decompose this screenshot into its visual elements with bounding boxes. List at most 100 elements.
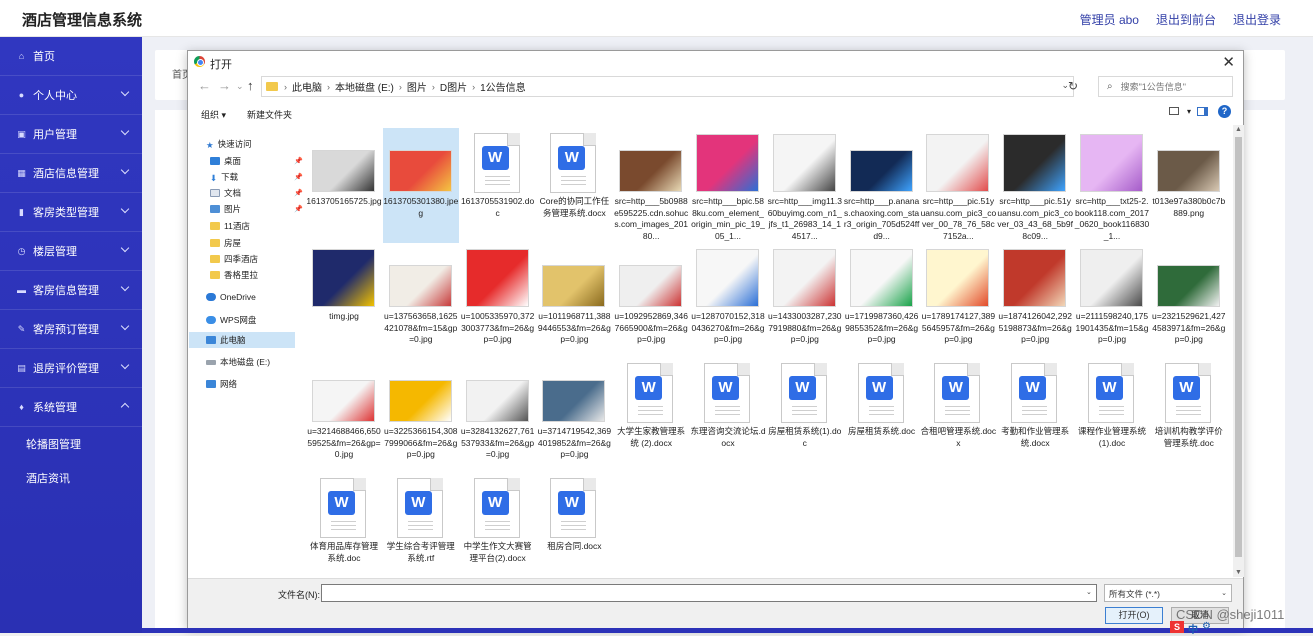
help-icon[interactable]: ? (1218, 105, 1231, 118)
file-item[interactable]: W 大学生家教管理系统 (2).docx (613, 358, 689, 473)
file-item[interactable]: u=3284132627,761537933&fm=26&gp=0.jpg (460, 358, 536, 473)
nav-folder-2[interactable]: 房屋 (210, 237, 241, 249)
logout-link[interactable]: 退出登录 (1233, 11, 1281, 28)
nav-onedrive[interactable]: OneDrive (206, 292, 256, 302)
path-separator-icon[interactable]: › (327, 82, 330, 92)
file-item[interactable]: W 课程作业管理系统 (1).doc (1074, 358, 1150, 473)
back-arrow-icon[interactable]: ← (198, 78, 211, 93)
file-item[interactable]: src=http___p.ananas.chaoxing.com_star3_o… (844, 128, 920, 243)
file-item[interactable]: 1613705165725.jpg (306, 128, 382, 243)
path-separator-icon[interactable]: › (432, 82, 435, 92)
sidebar-item-7[interactable]: ✎ 客房预订管理 (0, 310, 142, 349)
file-item[interactable]: src=http___img11.360buyimg.com_n1_jfs_t1… (767, 128, 843, 243)
file-item[interactable]: W Core的协同工作任务管理系统.docx (536, 128, 612, 243)
sidebar-item-5[interactable]: ◷ 楼层管理 (0, 232, 142, 271)
new-folder-button[interactable]: 新建文件夹 (247, 108, 292, 121)
nav-documents[interactable]: 文档 📌 (210, 187, 303, 199)
sidebar-item-3[interactable]: ▦ 酒店信息管理 (0, 154, 142, 193)
file-item[interactable]: W 学生综合考评管理系统.rtf (383, 473, 459, 577)
open-button[interactable]: 打开(O) (1105, 607, 1163, 624)
sidebar-item-2[interactable]: ▣ 用户管理 (0, 115, 142, 154)
path-segment[interactable]: D图片 (440, 79, 467, 94)
file-item[interactable]: src=http___bpic.588ku.com_element_origin… (690, 128, 766, 243)
view-icon[interactable] (1169, 107, 1179, 115)
path-segment[interactable]: 本地磁盘 (E:) (335, 79, 394, 94)
exit-to-front-link[interactable]: 退出到前台 (1156, 11, 1216, 28)
sidebar-subitem-0[interactable]: 轮播图管理 (0, 427, 142, 461)
ime-toolbar[interactable]: S 中 ⚙ (1170, 621, 1211, 636)
file-item[interactable]: src=http___pic.51yuansu.com_pic3_cover_0… (920, 128, 996, 243)
filetype-select[interactable]: 所有文件 (*.*) ⌄ (1104, 584, 1232, 602)
file-item[interactable]: timg.jpg (306, 243, 382, 358)
nav-folder-1[interactable]: 11酒店 (210, 220, 250, 232)
file-item[interactable]: u=2321529621,4274583971&fm=26&gp=0.jpg (1151, 243, 1227, 358)
filename-dropdown-icon[interactable]: ⌄ (1086, 588, 1092, 596)
sidebar-item-4[interactable]: ▮ 客房类型管理 (0, 193, 142, 232)
file-item[interactable]: W 中学生作文大赛管理平台(2).docx (460, 473, 536, 577)
preview-pane-icon[interactable] (1197, 107, 1208, 116)
file-item[interactable]: u=1433003287,2307919880&fm=26&gp=0.jpg (767, 243, 843, 358)
view-dropdown-icon[interactable]: ▾ (1187, 107, 1191, 116)
file-item[interactable]: u=3225366154,3087999066&fm=26&gp=0.jpg (383, 358, 459, 473)
sidebar-item-0[interactable]: ⌂ 首页 (0, 37, 142, 76)
refresh-icon[interactable]: ↻ (1068, 79, 1078, 93)
sidebar-item-6[interactable]: ▬ 客房信息管理 (0, 271, 142, 310)
nav-quick-access[interactable]: ★ 快速访问 (206, 138, 252, 150)
file-item[interactable]: W 房屋租赁系统(1).doc (767, 358, 843, 473)
nav-this-pc[interactable]: 此电脑 (189, 332, 295, 348)
file-item[interactable]: W 合租吧管理系统.docx (920, 358, 996, 473)
path-separator-icon[interactable]: › (399, 82, 402, 92)
vertical-scrollbar[interactable]: ▲ ▼ (1233, 125, 1244, 577)
file-item[interactable]: W 东理咨询交流论坛.docx (690, 358, 766, 473)
file-item[interactable]: W 房屋租赁系统.doc (844, 358, 920, 473)
file-item[interactable]: u=1287070152,3180436270&fm=26&gp=0.jpg (690, 243, 766, 358)
filename-input[interactable] (321, 584, 1097, 602)
file-item[interactable]: u=3714719542,3694019852&fm=26&gp=0.jpg (536, 358, 612, 473)
admin-name[interactable]: 管理员 abo (1080, 11, 1139, 28)
file-item[interactable]: u=1874126042,2925198873&fm=26&gp=0.jpg (997, 243, 1073, 358)
path-segment[interactable]: 此电脑 (292, 79, 322, 94)
address-bar[interactable]: › 此电脑 › 本地磁盘 (E:) › 图片 › D图片 › 1公告信息 ⌄ (261, 76, 1074, 97)
file-item[interactable]: u=137563658,1625421078&fm=15&gp=0.jpg (383, 243, 459, 358)
sidebar-item-9[interactable]: ♦ 系统管理 (0, 388, 142, 427)
search-box[interactable]: ⌕ (1098, 76, 1233, 97)
close-icon[interactable]: ✕ (1222, 53, 1235, 71)
file-item[interactable]: W 租房合同.docx (536, 473, 612, 577)
path-separator-icon[interactable]: › (472, 82, 475, 92)
sidebar-item-8[interactable]: ▤ 退房评价管理 (0, 349, 142, 388)
file-item[interactable]: t013e97a380b0c7b889.png (1151, 128, 1227, 243)
file-item[interactable]: 1613705301380.jpeg (382, 128, 459, 243)
path-separator-icon[interactable]: › (284, 82, 287, 92)
path-segment[interactable]: 1公告信息 (480, 79, 526, 94)
nav-downloads[interactable]: ⬇ 下载 📌 (210, 171, 303, 183)
scroll-up-icon[interactable]: ▲ (1235, 126, 1242, 133)
file-item[interactable]: u=3214688466,65059525&fm=26&gp=0.jpg (306, 358, 382, 473)
nav-wps[interactable]: WPS网盘 (206, 314, 256, 326)
nav-desktop[interactable]: 桌面 📌 (210, 155, 303, 167)
file-item[interactable]: W 培训机构教学评价管理系统.doc (1151, 358, 1227, 473)
file-item[interactable]: u=2111598240,1751901435&fm=15&gp=0.jpg (1074, 243, 1150, 358)
file-item[interactable]: src=http___5b0988e595225.cdn.sohucs.com_… (613, 128, 689, 243)
organize-button[interactable]: 组织 ▾ (201, 108, 226, 121)
forward-arrow-icon[interactable]: → (218, 78, 231, 93)
sidebar-item-1[interactable]: ● 个人中心 (0, 76, 142, 115)
file-item[interactable]: u=1789174127,3895645957&fm=26&gp=0.jpg (920, 243, 996, 358)
nav-pictures[interactable]: 图片 📌 (210, 203, 303, 215)
nav-folder-4[interactable]: 香格里拉 (210, 269, 258, 281)
file-item[interactable]: W 体育用品库存管理系统.doc (306, 473, 382, 577)
nav-folder-3[interactable]: 四季酒店 (210, 253, 258, 265)
scroll-down-icon[interactable]: ▼ (1235, 569, 1242, 576)
file-item[interactable]: u=1011968711,3889446553&fm=26&gp=0.jpg (536, 243, 612, 358)
recent-dropdown-icon[interactable]: ⌄ (236, 81, 244, 92)
search-input[interactable] (1120, 81, 1221, 92)
up-arrow-icon[interactable]: ↑ (247, 78, 254, 93)
path-segment[interactable]: 图片 (407, 79, 427, 94)
nav-network[interactable]: 网络 (206, 378, 237, 390)
file-item[interactable]: W 1613705531902.doc (460, 128, 536, 243)
file-item[interactable]: W 考勤和作业管理系统.docx (997, 358, 1073, 473)
sidebar-subitem-1[interactable]: 酒店资讯 (0, 461, 142, 495)
file-item[interactable]: u=1005335970,3723003773&fm=26&gp=0.jpg (460, 243, 536, 358)
file-item[interactable]: src=http___txt25-2.book118.com_2017_0620… (1074, 128, 1150, 243)
file-item[interactable]: src=http___pic.51yuansu.com_pic3_cover_0… (997, 128, 1073, 243)
file-item[interactable]: u=1719987360,4269855352&fm=26&gp=0.jpg (844, 243, 920, 358)
